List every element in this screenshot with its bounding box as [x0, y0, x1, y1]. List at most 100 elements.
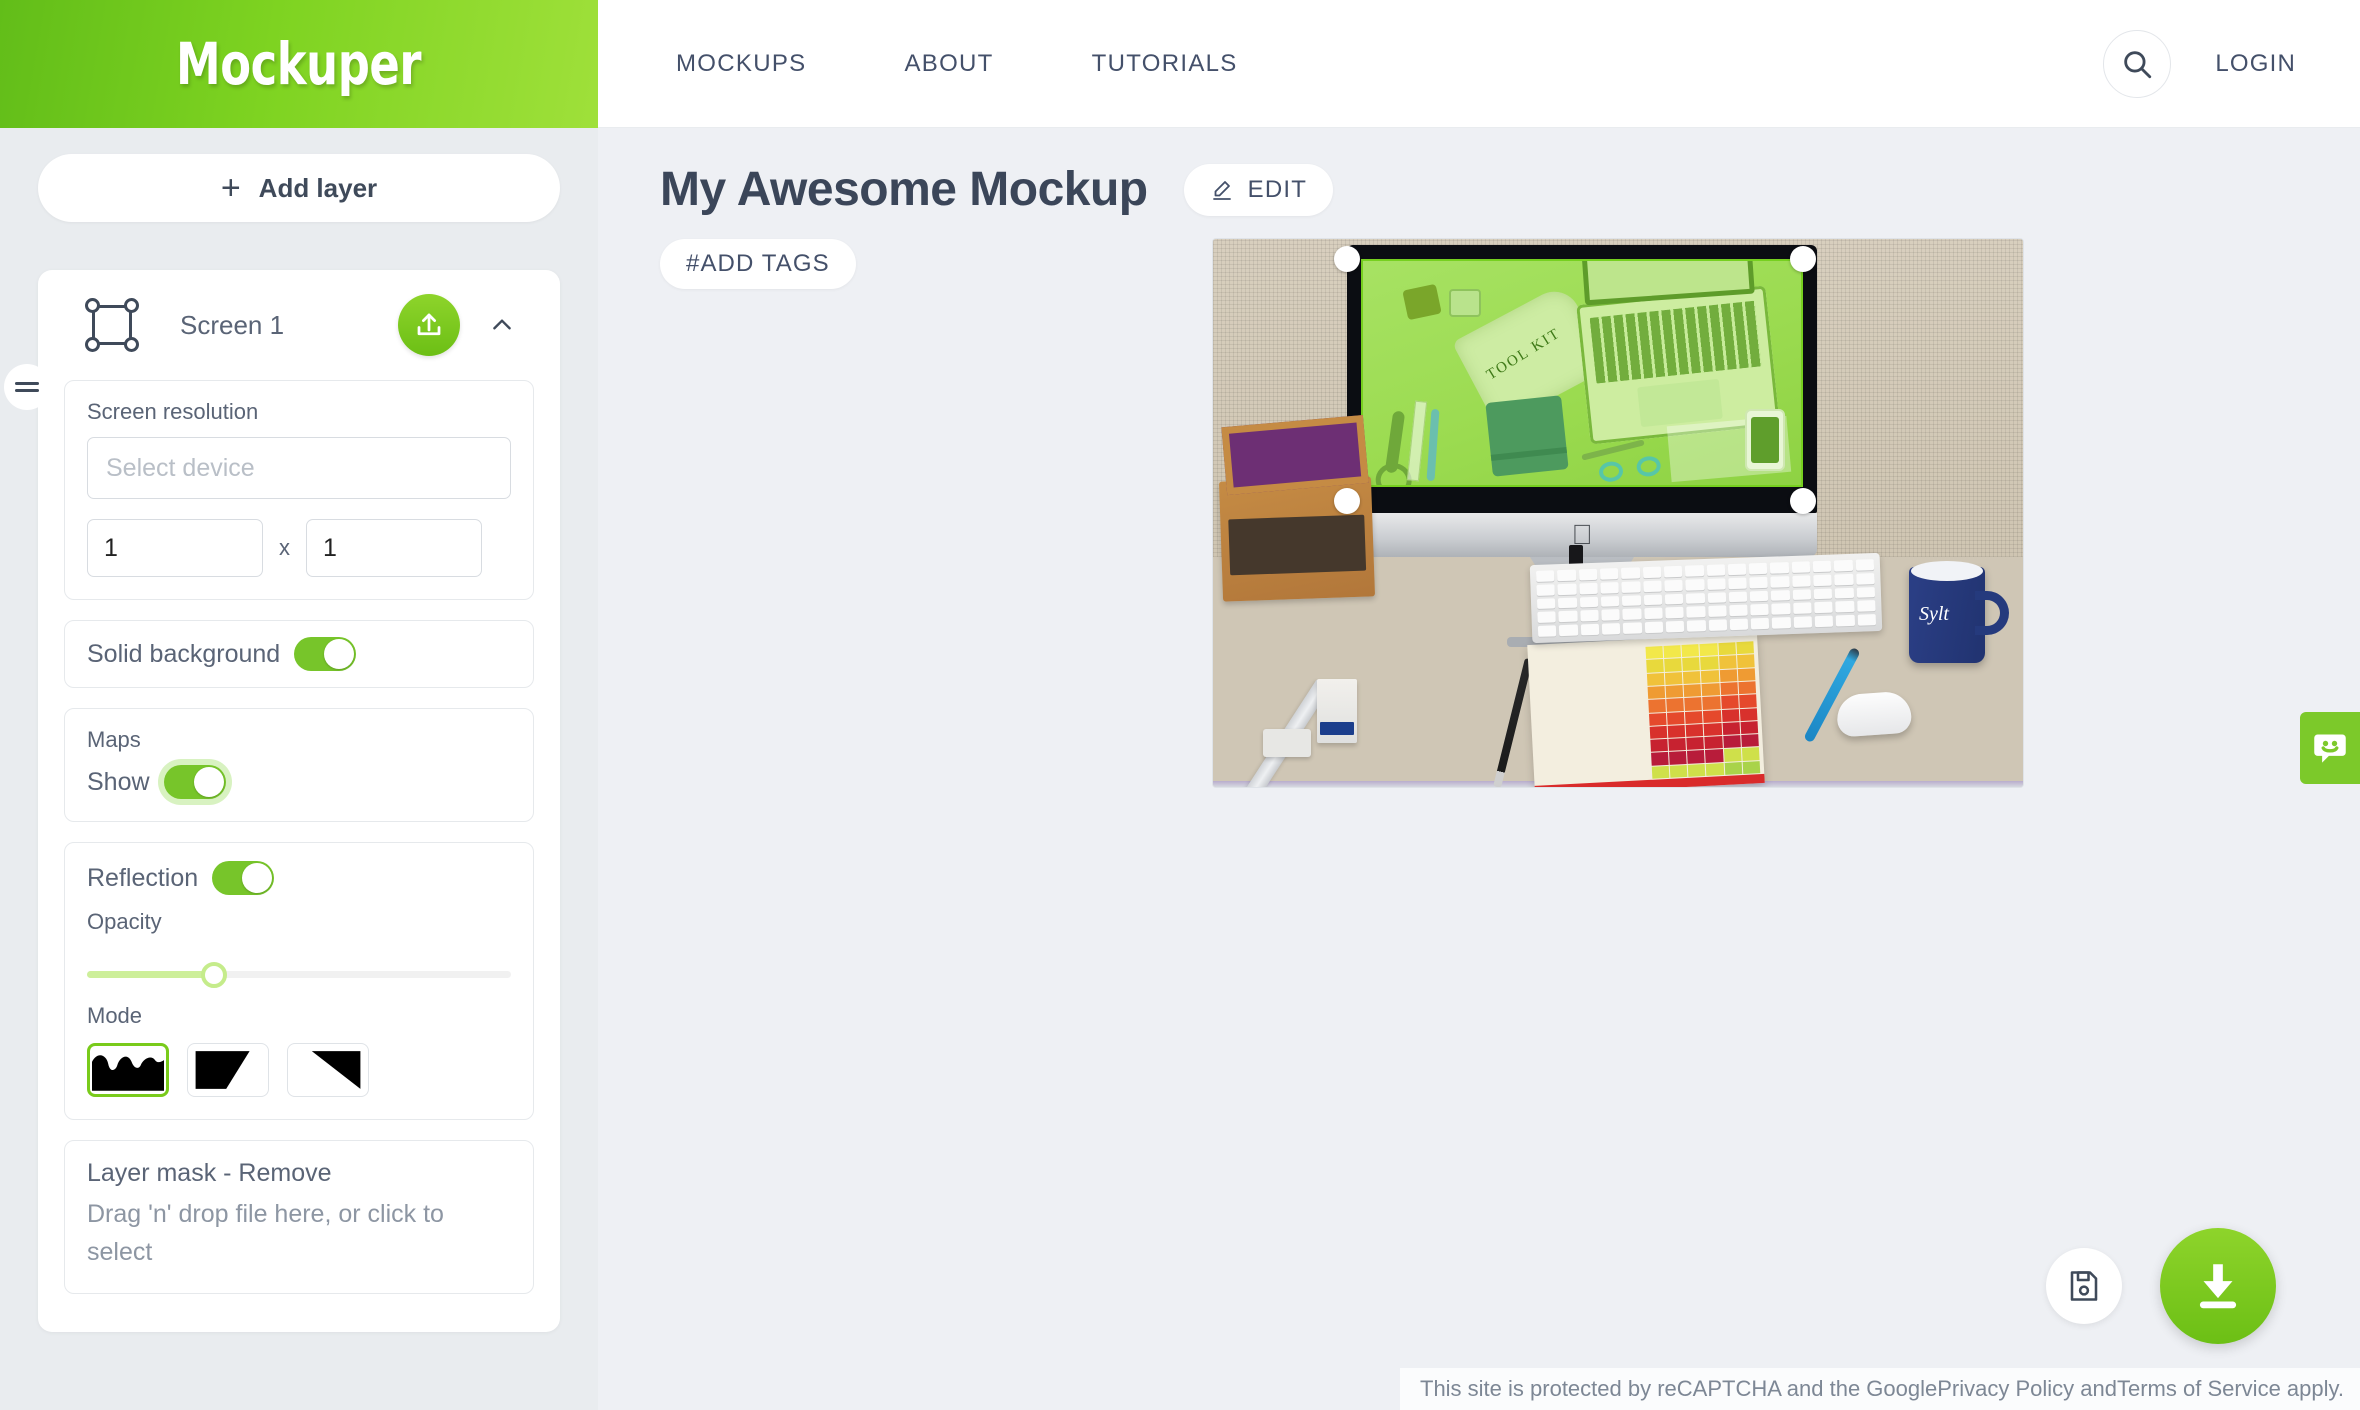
reflection-opacity-slider[interactable]	[87, 957, 511, 991]
login-button[interactable]: LOGIN	[2215, 50, 2296, 78]
main-canvas-area: My Awesome Mockup EDIT #ADD TAGS TOOL KI…	[598, 128, 2360, 1410]
keyboard-key	[1664, 579, 1683, 592]
mockup-preview[interactable]: TOOL KIT Sylt	[1212, 238, 2024, 788]
keyboard-key	[1643, 607, 1663, 620]
layer-name-label: Screen 1	[180, 309, 285, 340]
maps-show-toggle[interactable]	[163, 765, 226, 799]
keyboard-key	[1536, 584, 1556, 596]
keyboard-key	[1855, 559, 1875, 571]
keyboard-key	[1685, 565, 1704, 577]
keyboard-key	[1813, 588, 1833, 600]
reflection-mode-options	[87, 1043, 511, 1097]
color-swatch	[1700, 656, 1719, 670]
select-device-input[interactable]	[87, 437, 511, 499]
artwork-jar-1	[1402, 283, 1442, 321]
color-swatch	[1724, 761, 1743, 775]
artwork-phone	[1745, 409, 1785, 471]
color-swatch	[1685, 723, 1704, 738]
keyboard-key	[1706, 564, 1726, 576]
scene-color-swatches	[1645, 641, 1761, 779]
keyboard-key	[1642, 566, 1662, 578]
keyboard-key	[1664, 593, 1684, 605]
keyboard-key	[1686, 620, 1706, 632]
drag-handle-icon[interactable]	[4, 364, 50, 410]
keyboard-key	[1834, 573, 1854, 586]
keyboard-key	[1749, 576, 1769, 589]
color-swatch	[1647, 685, 1666, 700]
nav-mockups[interactable]: MOCKUPS	[658, 40, 824, 88]
color-swatch	[1736, 641, 1754, 655]
keyboard-key	[1750, 617, 1770, 630]
chat-widget-button[interactable]	[2300, 712, 2360, 784]
layer-upload-button[interactable]	[398, 294, 460, 356]
maps-show-label: Show	[87, 767, 150, 796]
screen-handle-bottom-right[interactable]	[1790, 488, 1816, 514]
color-swatch	[1684, 697, 1703, 711]
color-swatch	[1720, 682, 1738, 696]
keyboard-key	[1727, 563, 1747, 576]
color-swatch	[1645, 646, 1664, 660]
keyboard-key	[1557, 583, 1577, 595]
screen-resolution-label: Screen resolution	[87, 399, 259, 424]
keyboard-key	[1600, 595, 1620, 608]
keyboard-key	[1772, 617, 1791, 629]
mode-waves[interactable]	[87, 1043, 169, 1097]
artwork-glasses	[1597, 454, 1662, 485]
save-floppy-icon	[2070, 1271, 2098, 1301]
screen-artwork: TOOL KIT	[1363, 261, 1801, 485]
maps-panel: Maps Show	[64, 708, 534, 822]
upload-icon	[417, 313, 441, 336]
color-swatch	[1718, 655, 1737, 669]
search-button[interactable]	[2103, 29, 2172, 98]
screen-handle-top-left[interactable]	[1334, 246, 1360, 272]
nav-about[interactable]: ABOUT	[886, 40, 1011, 88]
imac-device: TOOL KIT	[1334, 245, 1817, 647]
chevron-up-icon	[493, 319, 511, 330]
screen-handle-top-right[interactable]	[1790, 246, 1816, 272]
imac-screen[interactable]: TOOL KIT	[1361, 259, 1803, 487]
color-swatch	[1665, 684, 1684, 699]
reflection-mode-label: Mode	[87, 1003, 143, 1028]
layer-header: Screen 1	[38, 270, 560, 380]
artwork-notebook	[1485, 395, 1569, 477]
mockup-preview-wrapper: TOOL KIT Sylt	[1212, 238, 2024, 788]
keyboard-key	[1855, 572, 1875, 585]
color-swatch	[1667, 711, 1685, 725]
solid-background-toggle[interactable]	[294, 637, 357, 671]
download-button[interactable]	[2160, 1228, 2276, 1344]
layer-collapse-button[interactable]	[474, 297, 530, 353]
dimension-row: x	[87, 519, 511, 577]
keyboard-key	[1665, 607, 1684, 619]
layer-card: Screen 1 Screen resolution Select device…	[4, 270, 560, 1332]
color-swatch	[1703, 709, 1722, 723]
slider-thumb[interactable]	[201, 962, 228, 988]
slant-icon	[195, 1051, 250, 1089]
color-swatch	[1665, 671, 1683, 685]
keyboard-key	[1729, 604, 1748, 617]
edit-label: EDIT	[1247, 175, 1308, 203]
add-tags-button[interactable]: #ADD TAGS	[660, 239, 856, 289]
keyboard-key	[1558, 610, 1578, 623]
keyboard-key	[1770, 575, 1790, 588]
scene-keyboard	[1529, 552, 1883, 644]
mode-slant[interactable]	[187, 1043, 269, 1097]
color-swatch	[1668, 738, 1687, 752]
mode-triangle[interactable]	[287, 1043, 369, 1097]
color-swatch	[1736, 654, 1755, 668]
logo-area[interactable]: Mockuper	[0, 0, 598, 128]
keyboard-key	[1622, 594, 1641, 607]
nav-tutorials[interactable]: TUTORIALS	[1074, 40, 1256, 88]
width-input[interactable]	[87, 519, 263, 577]
screen-handle-bottom-left[interactable]	[1334, 488, 1360, 514]
save-button[interactable]	[2046, 1248, 2122, 1324]
add-layer-button[interactable]: + Add layer	[38, 154, 560, 222]
add-layer-label: Add layer	[258, 172, 378, 203]
height-input[interactable]	[306, 519, 482, 577]
reflection-toggle[interactable]	[212, 861, 275, 895]
color-swatch	[1741, 747, 1760, 761]
canvas-actions	[2046, 1228, 2276, 1344]
edit-title-button[interactable]: EDIT	[1183, 163, 1334, 216]
color-swatch	[1701, 669, 1720, 683]
layer-mask-panel[interactable]: Layer mask - Remove Drag 'n' drop file h…	[64, 1140, 534, 1294]
keyboard-key	[1643, 594, 1663, 606]
